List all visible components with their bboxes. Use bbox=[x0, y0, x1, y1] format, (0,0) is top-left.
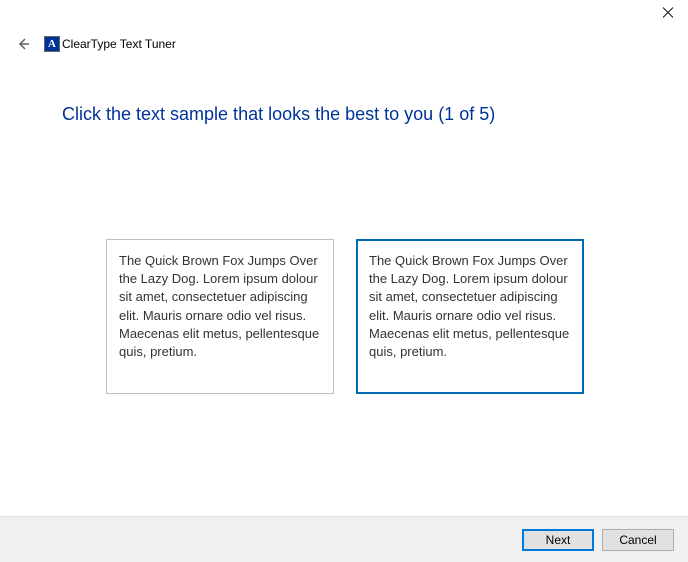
footer: Next Cancel bbox=[0, 516, 688, 562]
close-icon[interactable] bbox=[662, 6, 674, 18]
titlebar bbox=[0, 0, 688, 32]
next-button[interactable]: Next bbox=[522, 529, 594, 551]
page-heading: Click the text sample that looks the bes… bbox=[0, 56, 688, 125]
text-sample-2[interactable]: The Quick Brown Fox Jumps Over the Lazy … bbox=[356, 239, 584, 394]
text-samples-container: The Quick Brown Fox Jumps Over the Lazy … bbox=[0, 125, 688, 394]
app-icon: A bbox=[44, 36, 60, 52]
text-sample-1[interactable]: The Quick Brown Fox Jumps Over the Lazy … bbox=[106, 239, 334, 394]
header-row: A ClearType Text Tuner bbox=[0, 32, 688, 56]
back-arrow-icon[interactable] bbox=[14, 35, 32, 53]
window-title: ClearType Text Tuner bbox=[62, 37, 176, 51]
cancel-button[interactable]: Cancel bbox=[602, 529, 674, 551]
